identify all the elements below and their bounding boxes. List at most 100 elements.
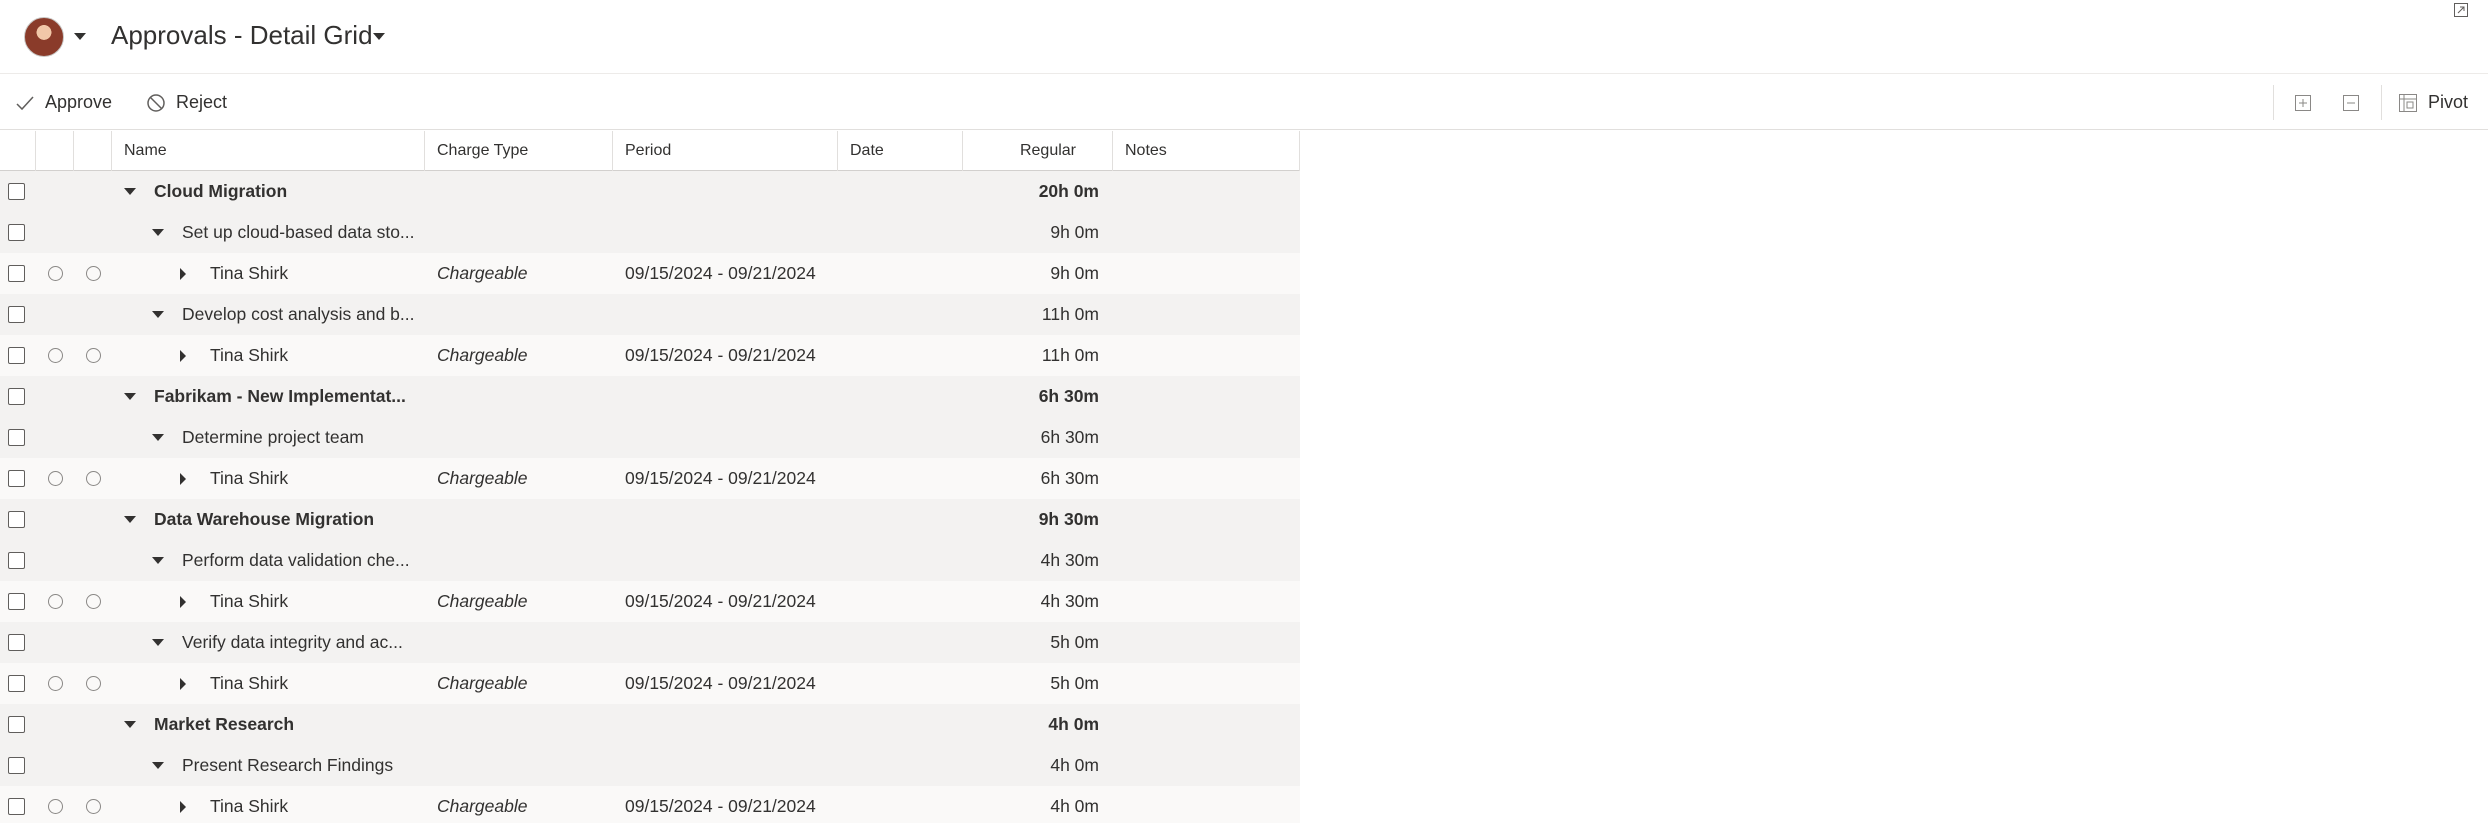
- row-name: Verify data integrity and ac...: [182, 632, 403, 652]
- view-selector-chevron-down-icon[interactable]: [373, 33, 385, 40]
- status-circle-icon: [48, 676, 63, 691]
- project-group-row[interactable]: Data Warehouse Migration 9h 30m: [0, 499, 1300, 540]
- row-checkbox[interactable]: [8, 757, 25, 774]
- row-checkbox[interactable]: [8, 593, 25, 610]
- column-header-name[interactable]: Name: [112, 131, 425, 171]
- pivot-button[interactable]: Pivot: [2398, 75, 2468, 130]
- row-checkbox[interactable]: [8, 347, 25, 364]
- chevron-down-icon[interactable]: [152, 762, 164, 769]
- chevron-down-icon[interactable]: [152, 311, 164, 318]
- column-header-notes[interactable]: Notes: [1113, 131, 1300, 171]
- status-circle-icon: [86, 799, 101, 814]
- divider: [2381, 85, 2382, 120]
- expand-all-button[interactable]: [2289, 89, 2317, 117]
- chevron-right-icon[interactable]: [180, 349, 186, 362]
- time-entry-row[interactable]: Tina Shirk Chargeable 09/15/2024 - 09/21/2…: [0, 458, 1300, 499]
- chevron-right-icon[interactable]: [180, 677, 186, 690]
- row-checkbox[interactable]: [8, 470, 25, 487]
- row-checkbox[interactable]: [8, 798, 25, 815]
- row-checkbox[interactable]: [8, 388, 25, 405]
- row-checkbox[interactable]: [8, 183, 25, 200]
- chevron-right-icon[interactable]: [180, 472, 186, 485]
- regular-hours-cell: 4h 0m: [1050, 755, 1099, 775]
- row-checkbox[interactable]: [8, 511, 25, 528]
- chevron-right-icon[interactable]: [180, 267, 186, 280]
- project-group-row[interactable]: Fabrikam - New Implementat... 6h 30m: [0, 376, 1300, 417]
- row-checkbox[interactable]: [8, 675, 25, 692]
- status-column-header: [74, 131, 112, 171]
- task-row[interactable]: Set up cloud-based data sto... 9h 0m: [0, 212, 1300, 253]
- time-entry-row[interactable]: Tina Shirk Chargeable 09/15/2024 - 09/21/2…: [0, 253, 1300, 294]
- row-name: Fabrikam - New Implementat...: [154, 386, 406, 406]
- chevron-down-icon[interactable]: [124, 393, 136, 400]
- status-circle-icon: [86, 266, 101, 281]
- row-checkbox[interactable]: [8, 429, 25, 446]
- status-column-header: [36, 131, 74, 171]
- chevron-down-icon[interactable]: [124, 516, 136, 523]
- row-checkbox[interactable]: [8, 552, 25, 569]
- approve-button[interactable]: Approve: [15, 75, 112, 130]
- chevron-down-icon[interactable]: [152, 434, 164, 441]
- row-name: Tina Shirk: [210, 345, 289, 365]
- status-circle-icon: [86, 594, 101, 609]
- approve-button-label: Approve: [45, 92, 113, 112]
- pivot-icon: [2399, 93, 2417, 112]
- regular-hours-cell: 9h 30m: [1038, 509, 1099, 529]
- row-name: Set up cloud-based data sto...: [182, 222, 415, 242]
- chevron-right-icon[interactable]: [180, 800, 186, 813]
- row-checkbox[interactable]: [8, 306, 25, 323]
- checkmark-icon: [16, 95, 34, 110]
- chevron-right-icon[interactable]: [180, 595, 186, 608]
- time-entry-row[interactable]: Tina Shirk Chargeable 09/15/2024 - 09/21/2…: [0, 786, 1300, 823]
- time-entry-row[interactable]: Tina Shirk Chargeable 09/15/2024 - 09/21/2…: [0, 335, 1300, 376]
- column-header-period[interactable]: Period: [613, 131, 838, 171]
- chevron-down-icon[interactable]: [124, 188, 136, 195]
- column-header-charge-type[interactable]: Charge Type: [425, 131, 613, 171]
- charge-type-cell: Chargeable: [437, 468, 528, 488]
- status-circle-icon: [48, 471, 63, 486]
- command-bar: Approve Reject Pivot: [0, 75, 2488, 130]
- task-row[interactable]: Develop cost analysis and b... 11h 0m: [0, 294, 1300, 335]
- expand-all-icon: [2295, 95, 2311, 111]
- collapse-all-button[interactable]: [2337, 89, 2365, 117]
- row-name: Determine project team: [182, 427, 364, 447]
- row-checkbox[interactable]: [8, 265, 25, 282]
- row-name: Tina Shirk: [210, 263, 289, 283]
- expand-icon[interactable]: [2453, 2, 2469, 18]
- collapse-all-icon: [2343, 95, 2359, 111]
- page-title[interactable]: Approvals - Detail Grid: [111, 20, 373, 51]
- row-name: Perform data validation che...: [182, 550, 410, 570]
- divider: [2273, 85, 2274, 120]
- chevron-down-icon[interactable]: [152, 229, 164, 236]
- column-header-regular[interactable]: Regular: [963, 131, 1113, 171]
- charge-type-cell: Chargeable: [437, 796, 528, 816]
- column-header-date[interactable]: Date: [838, 131, 963, 171]
- row-name: Present Research Findings: [182, 755, 394, 775]
- reject-button[interactable]: Reject: [146, 75, 227, 130]
- project-group-row[interactable]: Cloud Migration 20h 0m: [0, 171, 1300, 212]
- time-entry-row[interactable]: Tina Shirk Chargeable 09/15/2024 - 09/21/2…: [0, 581, 1300, 622]
- row-checkbox[interactable]: [8, 634, 25, 651]
- status-circle-icon: [48, 594, 63, 609]
- period-cell: 09/15/2024 - 09/21/2024: [625, 796, 816, 816]
- row-name: Tina Shirk: [210, 796, 289, 816]
- time-entry-row[interactable]: Tina Shirk Chargeable 09/15/2024 - 09/21/2…: [0, 663, 1300, 704]
- task-row[interactable]: Verify data integrity and ac... 5h 0m: [0, 622, 1300, 663]
- task-row[interactable]: Determine project team 6h 30m: [0, 417, 1300, 458]
- task-row[interactable]: Present Research Findings 4h 0m: [0, 745, 1300, 786]
- status-circle-icon: [86, 348, 101, 363]
- chevron-down-icon[interactable]: [152, 557, 164, 564]
- regular-hours-cell: 5h 0m: [1050, 673, 1099, 693]
- chevron-down-icon[interactable]: [124, 721, 136, 728]
- regular-hours-cell: 4h 30m: [1040, 591, 1099, 611]
- row-checkbox[interactable]: [8, 716, 25, 733]
- period-cell: 09/15/2024 - 09/21/2024: [625, 468, 816, 488]
- row-checkbox[interactable]: [8, 224, 25, 241]
- select-all-column[interactable]: [0, 131, 36, 171]
- avatar-menu-chevron-down-icon[interactable]: [74, 33, 86, 40]
- pivot-button-label: Pivot: [2428, 92, 2469, 112]
- chevron-down-icon[interactable]: [152, 639, 164, 646]
- task-row[interactable]: Perform data validation che... 4h 30m: [0, 540, 1300, 581]
- user-avatar[interactable]: [24, 17, 64, 57]
- project-group-row[interactable]: Market Research 4h 0m: [0, 704, 1300, 745]
